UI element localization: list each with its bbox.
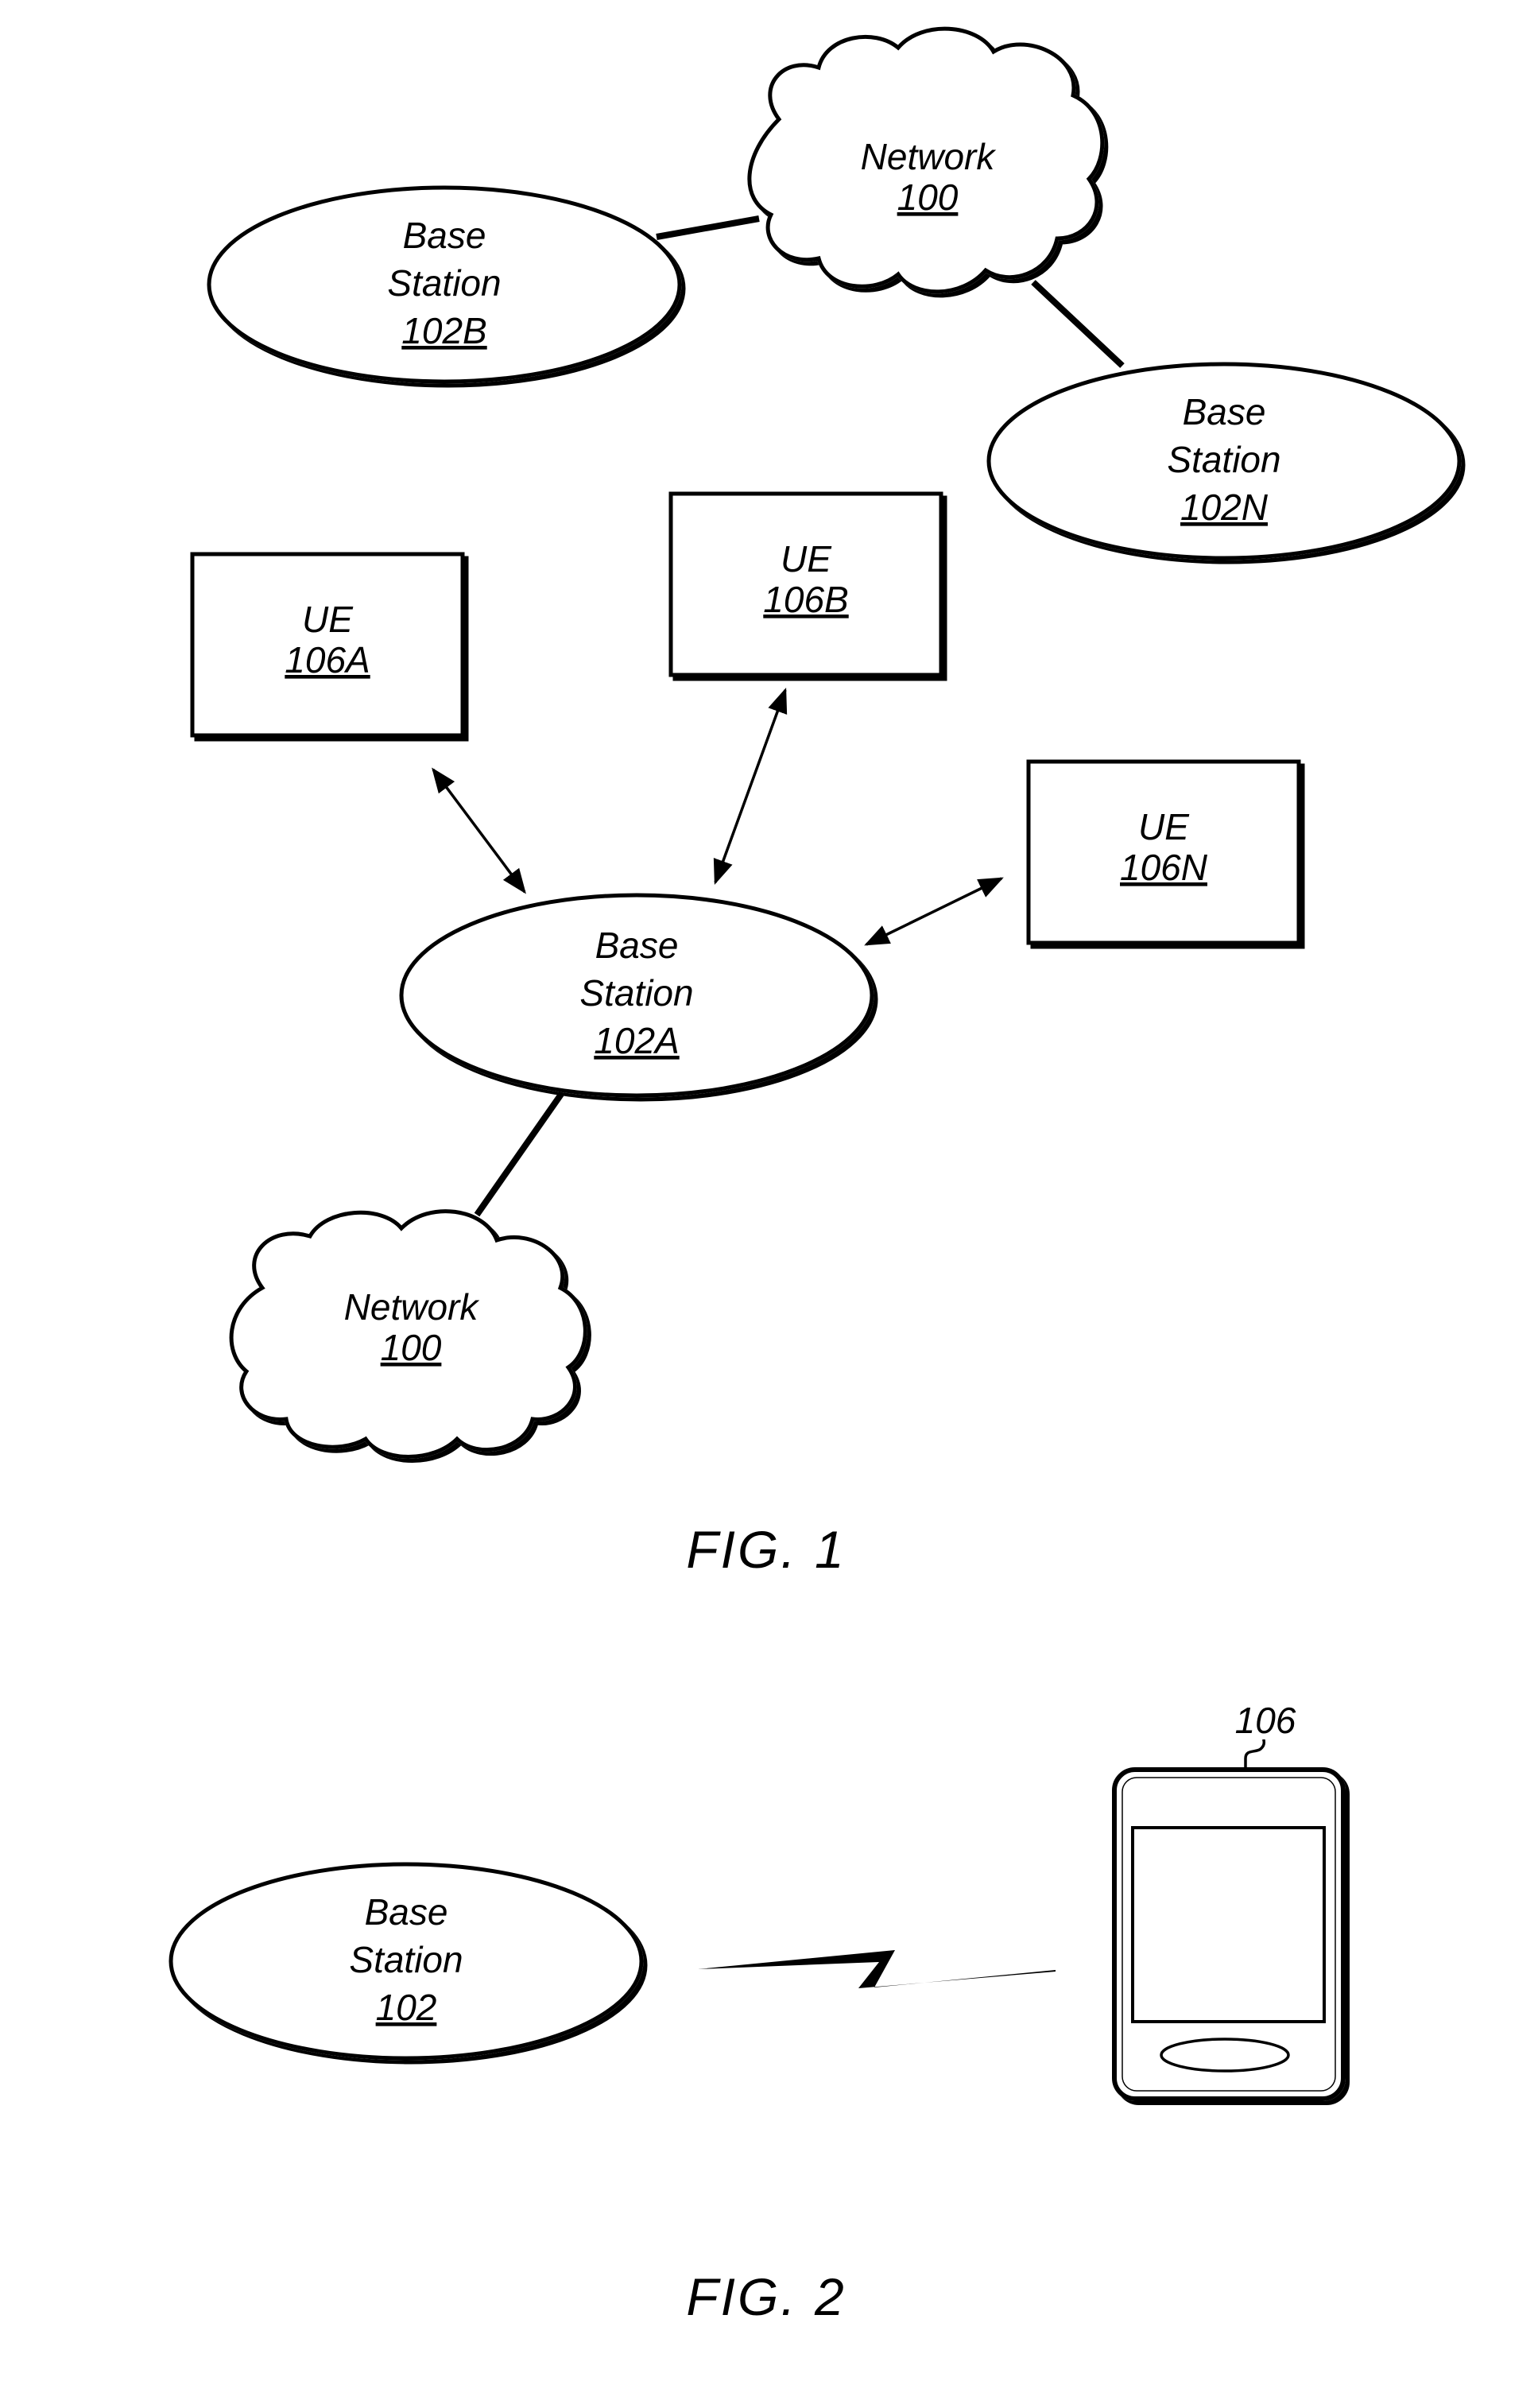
ue106n-ref: 106N (1120, 847, 1208, 888)
bs102b-line2: Station (387, 262, 501, 304)
network-top-ref: 100 (897, 176, 959, 218)
reference-leader-line (1244, 1739, 1266, 1770)
bs102b-ref: 102B (401, 310, 486, 351)
ue106a-label: UE (302, 599, 354, 640)
bs102n-line2: Station (1167, 439, 1280, 480)
wireless-link-lightning-icon (698, 1950, 1056, 1988)
device-ref-106: 106 (1235, 1700, 1296, 1741)
network-bottom-label: Network (344, 1286, 480, 1328)
link-network-bs102n (1031, 280, 1125, 368)
network-bottom-ref: 100 (381, 1327, 442, 1368)
bs102-line2: Station (349, 1939, 463, 1980)
bs102n-ref: 102N (1180, 487, 1269, 528)
bs102-ref: 102 (376, 1987, 437, 2028)
link-bs102a-network (474, 1091, 565, 1217)
device-home-button (1160, 2038, 1290, 2073)
network-top-label: Network (861, 136, 997, 177)
ue-device-106: 106 (1112, 1700, 1346, 2101)
patent-drawing-sheet: Network 100 Base Station 102B Base Stati… (169, 26, 1462, 2326)
bs102a-line2: Station (579, 972, 693, 1014)
arrow-ue106n-bs102a (864, 877, 1004, 946)
ue106n-label: UE (1138, 806, 1190, 847)
figure-1: Network 100 Base Station 102B Base Stati… (190, 26, 1462, 1579)
arrow-ue106a-bs102a (432, 767, 526, 894)
ue106b-ref: 106B (763, 579, 848, 620)
device-screen (1131, 1826, 1326, 2023)
bs102a-line1: Base (595, 925, 679, 966)
link-bs102b-network (656, 215, 760, 240)
arrow-ue106b-bs102a (713, 688, 788, 885)
figure-2: Base Station 102 106 FIG. 2 (169, 1700, 1346, 2326)
bs102b-line1: Base (403, 215, 486, 256)
bs102-line1: Base (365, 1891, 448, 1933)
bs102a-ref: 102A (594, 1020, 679, 1061)
ue106a-ref: 106A (285, 639, 370, 681)
ue106b-label: UE (781, 538, 832, 580)
figure-2-caption: FIG. 2 (686, 2267, 846, 2326)
bs102n-line1: Base (1183, 391, 1266, 432)
figure-1-caption: FIG. 1 (686, 1520, 846, 1579)
